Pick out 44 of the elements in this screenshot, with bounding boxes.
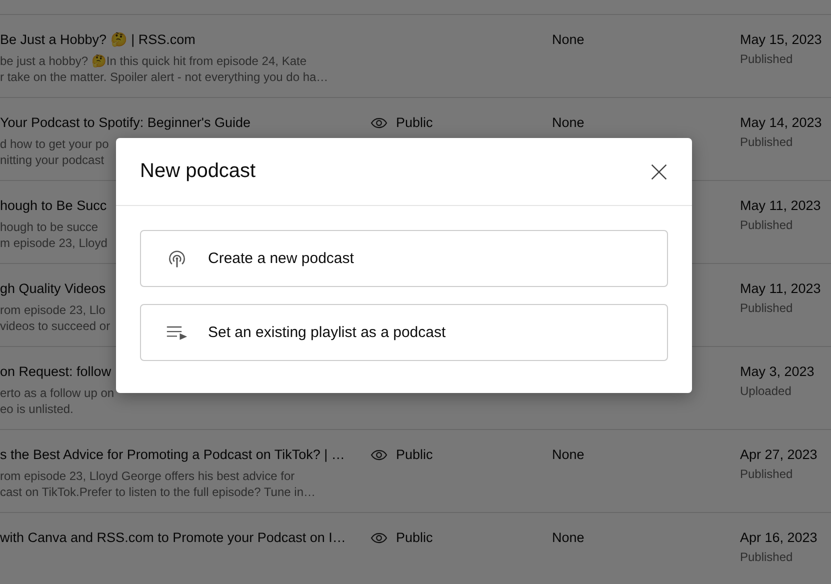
status-label: Uploaded [740, 383, 792, 399]
video-title: Your Podcast to Spotify: Beginner's Guide [0, 114, 250, 132]
date-label: May 15, 2023 [740, 31, 822, 49]
date-label: May 14, 2023 [740, 114, 822, 132]
video-title: on Request: follow [0, 363, 112, 381]
video-description: r take on the matter. Spoiler alert - not everything you do ha… [0, 69, 328, 85]
visibility-label: Public [396, 114, 433, 132]
status-label: Published [740, 466, 793, 482]
video-title: gh Quality Videos [0, 280, 106, 298]
video-description: m episode 23, Lloyd [0, 235, 108, 251]
dialog-title: New podcast [140, 160, 256, 183]
video-description: d how to get your po [0, 136, 109, 152]
video-title: with Canva and RSS.com to Promote your Podcast on I… [0, 529, 346, 547]
option-button[interactable]: Create a new podcast [140, 230, 668, 287]
video-description: be just a hobby? 🤔In this quick hit from episode 24, Kate [0, 53, 307, 69]
video-description: erto as a follow up on [0, 385, 114, 401]
video-title: hough to Be Succ [0, 197, 107, 215]
status-label: Published [740, 217, 793, 233]
status-label: Published [740, 51, 793, 67]
visibility-label: Public [396, 529, 433, 547]
video-description: nitting your podcast [0, 152, 104, 168]
video-description: rom episode 23, Llo [0, 302, 106, 318]
video-title: Be Just a Hobby? 🤔 | RSS.com [0, 31, 196, 49]
date-label: Apr 27, 2023 [740, 446, 818, 464]
status-label: Published [740, 134, 793, 150]
restrictions-label: None [552, 530, 584, 545]
restrictions-label: None [552, 115, 584, 130]
date-label: May 3, 2023 [740, 363, 814, 381]
video-description: hough to be succe [0, 219, 98, 235]
status-label: Published [740, 549, 793, 565]
date-label: Apr 16, 2023 [740, 529, 818, 547]
playlist-icon [166, 325, 188, 340]
video-description: eo is unlisted. [0, 401, 74, 417]
video-description: cast on TikTok.Prefer to listen to the full episode? Tune in… [0, 484, 316, 500]
visibility-label: Public [396, 446, 433, 464]
restrictions-label: None [552, 32, 584, 47]
video-title: s the Best Advice for Promoting a Podcast on TikTok? | … [0, 446, 345, 464]
status-label: Published [740, 300, 793, 316]
option-button[interactable]: Set an existing playlist as a podcast [140, 304, 668, 361]
video-description: rom episode 23, Lloyd George offers his best advice for [0, 468, 295, 484]
video-description: videos to succeed or [0, 318, 110, 334]
restrictions-label: None [552, 447, 584, 462]
date-label: May 11, 2023 [740, 280, 821, 298]
date-label: May 11, 2023 [740, 197, 821, 215]
